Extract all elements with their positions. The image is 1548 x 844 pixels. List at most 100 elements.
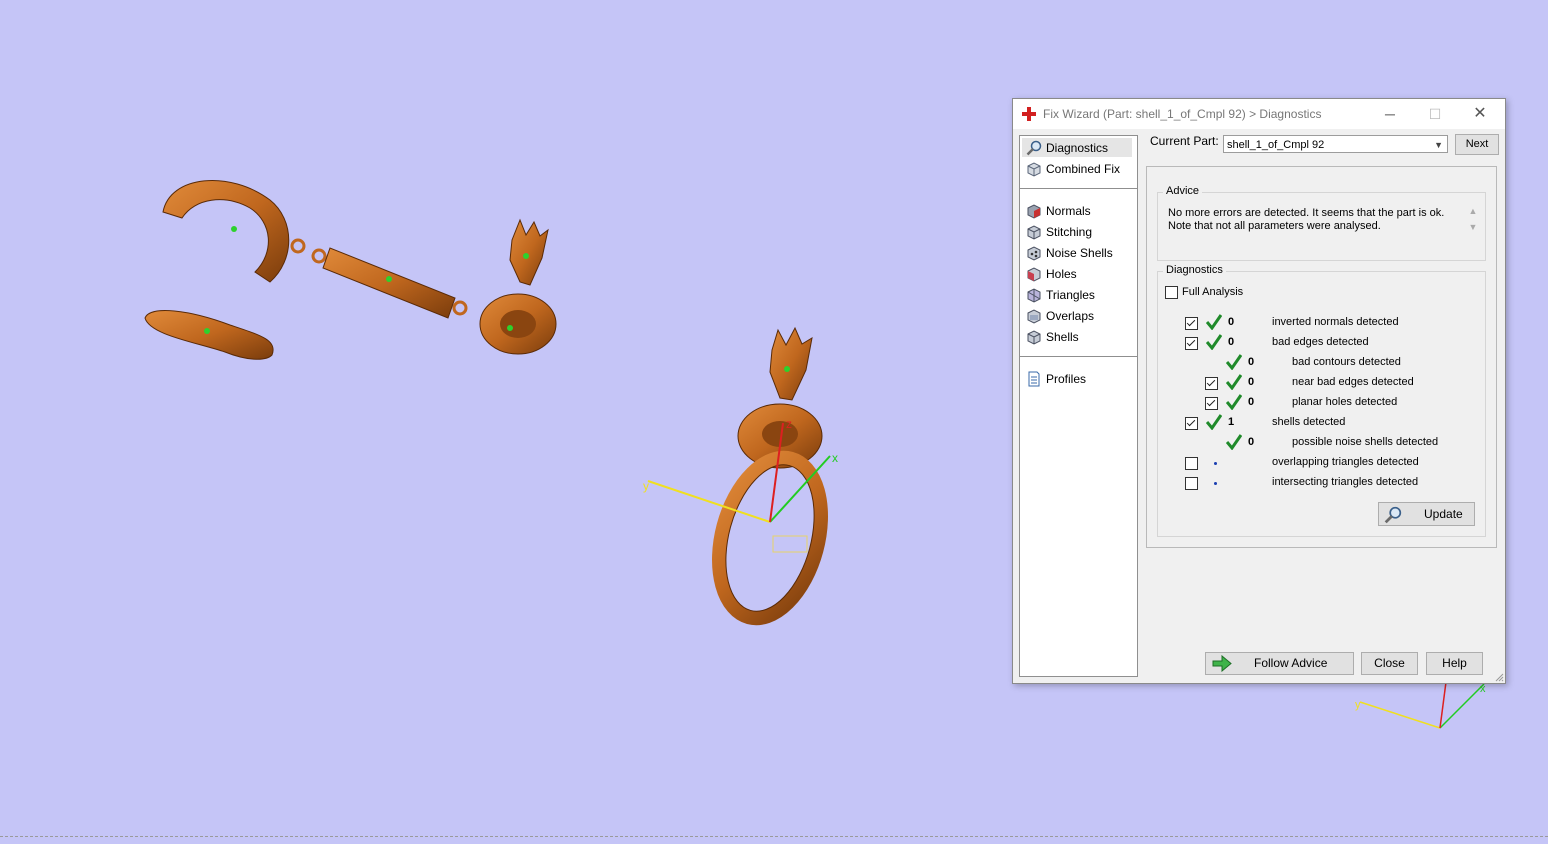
row-count: 0 — [1248, 356, 1255, 368]
diag-row-intersecting-triangles: intersecting triangles detected — [1158, 474, 1485, 492]
row-label: intersecting triangles detected — [1272, 476, 1419, 488]
assembled-ring-band[interactable] — [702, 446, 837, 629]
row-label: overlapping triangles detected — [1272, 456, 1419, 468]
nav-item-overlaps[interactable]: Overlaps — [1022, 306, 1132, 325]
ring-shank-arc-part[interactable] — [162, 180, 290, 283]
row-count: 0 — [1248, 396, 1255, 408]
row-checkbox[interactable] — [1185, 457, 1198, 470]
diagnostics-title: Diagnostics — [1163, 264, 1226, 276]
diag-row-planar-holes: 0 planar holes detected — [1158, 394, 1485, 412]
advice-text: No more errors are detected. It seems th… — [1168, 207, 1445, 232]
nav-label: Profiles — [1046, 371, 1087, 386]
row-checkbox[interactable] — [1185, 337, 1198, 350]
row-checkbox[interactable] — [1185, 417, 1198, 430]
nav-label: Overlaps — [1046, 308, 1095, 323]
row-label: bad edges detected — [1272, 336, 1369, 348]
advice-title: Advice — [1163, 185, 1203, 197]
diag-row-near-bad-edges: 0 near bad edges detected — [1158, 374, 1485, 392]
update-button[interactable]: Update — [1378, 502, 1475, 526]
triad-x-line — [1439, 683, 1485, 729]
nav-item-stitching[interactable]: Stitching — [1022, 222, 1132, 241]
axis-x-label: x — [832, 451, 838, 465]
assembled-ring-prongs[interactable] — [769, 326, 813, 401]
full-analysis-checkbox[interactable] — [1165, 286, 1178, 299]
check-icon — [1226, 354, 1242, 370]
ring-shank-bar-part[interactable] — [322, 247, 456, 319]
fix-wizard-dialog: Fix Wizard (Part: shell_1_of_Cmpl 92) > … — [1012, 98, 1506, 684]
part-centroid-marker — [507, 325, 513, 331]
magnifier-icon — [1026, 140, 1042, 155]
current-part-select[interactable]: shell_1_of_Cmpl 92 ▼ — [1223, 135, 1448, 153]
row-checkbox[interactable] — [1205, 397, 1218, 410]
nav-item-normals[interactable]: Normals — [1022, 201, 1132, 220]
row-label: shells detected — [1272, 416, 1346, 428]
halo-setting-inner — [500, 310, 536, 338]
nav-item-noise-shells[interactable]: Noise Shells — [1022, 243, 1132, 262]
nav-item-triangles[interactable]: Triangles — [1022, 285, 1132, 304]
next-button[interactable]: Next — [1455, 134, 1499, 155]
prong-head-part[interactable] — [509, 218, 549, 286]
check-icon — [1206, 334, 1222, 350]
overlaps-icon — [1027, 308, 1041, 324]
nav-item-shells[interactable]: Shells — [1022, 327, 1132, 346]
nav-label: Stitching — [1046, 224, 1093, 239]
connector-ring — [290, 238, 306, 254]
row-label: inverted normals detected — [1272, 316, 1399, 328]
connector-ring — [452, 300, 468, 316]
row-checkbox[interactable] — [1205, 377, 1218, 390]
dialog-titlebar[interactable]: Fix Wizard (Part: shell_1_of_Cmpl 92) > … — [1013, 99, 1505, 129]
nav-item-holes[interactable]: Holes — [1022, 264, 1132, 283]
diag-row-inverted-normals: 0 inverted normals detected — [1158, 314, 1485, 332]
current-part-label: Current Part: — [1150, 134, 1219, 148]
check-icon — [1226, 394, 1242, 410]
close-window-button[interactable]: ✕ — [1465, 103, 1495, 125]
check-icon — [1226, 434, 1242, 450]
triangles-icon — [1027, 287, 1041, 303]
row-count: 1 — [1228, 416, 1235, 428]
nav-item-diagnostics[interactable]: Diagnostics — [1022, 138, 1132, 157]
minimize-button[interactable]: ─ — [1375, 103, 1405, 125]
resize-grip-icon[interactable] — [1494, 672, 1504, 682]
normals-cube-icon — [1027, 203, 1041, 219]
chevron-down-icon: ▼ — [1434, 140, 1443, 150]
update-label: Update — [1424, 507, 1463, 521]
maximize-button[interactable]: ☐ — [1420, 103, 1450, 125]
help-button[interactable]: Help — [1426, 652, 1483, 675]
nav-item-combined-fix[interactable]: Combined Fix — [1022, 159, 1132, 178]
row-checkbox[interactable] — [1185, 317, 1198, 330]
ring-shank-lower-part[interactable] — [144, 310, 274, 360]
viewport-bottom-border — [0, 836, 1548, 837]
diagnostics-panel: Advice No more errors are detected. It s… — [1146, 166, 1497, 548]
magnifier-icon — [1384, 506, 1402, 524]
row-count: 0 — [1248, 376, 1255, 388]
nav-label: Shells — [1046, 329, 1079, 344]
row-label: planar holes detected — [1292, 396, 1398, 408]
dialog-title: Fix Wizard (Part: shell_1_of_Cmpl 92) > … — [1043, 107, 1322, 121]
nav-item-profiles[interactable]: Profiles — [1022, 369, 1132, 388]
current-part-value: shell_1_of_Cmpl 92 — [1227, 139, 1325, 151]
advice-scrollbar[interactable]: ▲ ▼ — [1467, 203, 1479, 249]
axis-z-label: z — [786, 417, 792, 431]
row-checkbox[interactable] — [1185, 477, 1198, 490]
not-analysed-dot-icon — [1214, 482, 1217, 485]
diag-row-overlapping-triangles: overlapping triangles detected — [1158, 454, 1485, 472]
full-analysis-label: Full Analysis — [1182, 286, 1244, 298]
diagnostics-group: Diagnostics Full Analysis 0 inverted nor… — [1157, 264, 1486, 537]
connector-ring — [311, 248, 327, 264]
shells-icon — [1027, 329, 1041, 345]
close-button[interactable]: Close — [1361, 652, 1418, 675]
part-centroid-marker — [784, 366, 790, 372]
part-centroid-marker — [231, 226, 237, 232]
diag-row-shells: 1 shells detected — [1158, 414, 1485, 432]
document-icon — [1028, 371, 1040, 386]
not-analysed-dot-icon — [1214, 462, 1217, 465]
check-icon — [1226, 374, 1242, 390]
stitching-cube-icon — [1027, 224, 1041, 240]
check-icon — [1206, 314, 1222, 330]
part-centroid-marker — [386, 276, 392, 282]
axis-y-line — [647, 480, 771, 523]
follow-advice-button[interactable]: Follow Advice — [1205, 652, 1354, 675]
triad-y-line — [1359, 701, 1441, 729]
nav-label: Normals — [1046, 203, 1091, 218]
diag-row-bad-contours: 0 bad contours detected — [1158, 354, 1485, 372]
